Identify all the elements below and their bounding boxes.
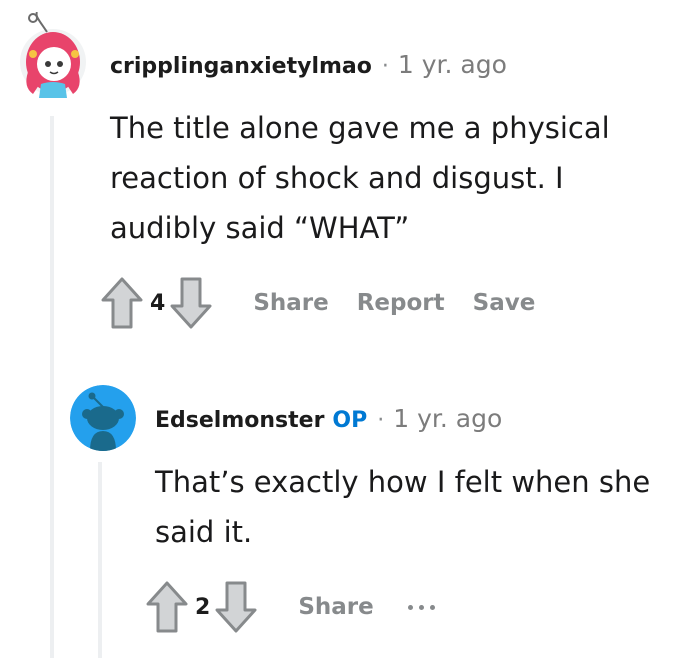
username[interactable]: Edselmonster: [155, 408, 324, 433]
comment-actions: 2 Share: [145, 580, 435, 634]
share-button[interactable]: Share: [253, 290, 328, 316]
user-avatar[interactable]: [19, 11, 87, 98]
downvote-icon[interactable]: [169, 276, 213, 330]
vote-count: 2: [195, 594, 211, 620]
ellipsis-icon[interactable]: [407, 604, 435, 610]
comment-body: The title alone gave me a physical react…: [110, 111, 610, 245]
thread-line-reply[interactable]: [98, 462, 102, 658]
ellipsis-dot: [418, 604, 424, 610]
user-avatar[interactable]: [70, 385, 136, 451]
vote-count: 4: [150, 290, 166, 316]
thread-line-top[interactable]: [50, 116, 54, 658]
op-badge: OP: [332, 408, 368, 433]
comment-actions: 4 Share Report Save: [100, 276, 535, 330]
comment-meta: cripplinganxietylmao · 1 yr. ago: [110, 50, 507, 79]
comment-meta: Edselmonster OP · 1 yr. ago: [155, 404, 502, 433]
separator-dot: ·: [381, 54, 389, 79]
downvote-icon[interactable]: [214, 580, 258, 634]
report-button[interactable]: Report: [357, 290, 445, 316]
upvote-icon[interactable]: [145, 580, 189, 634]
username[interactable]: cripplinganxietylmao: [110, 54, 372, 79]
timestamp[interactable]: 1 yr. ago: [393, 404, 502, 433]
comment-body: That’s exactly how I felt when she said …: [155, 465, 651, 549]
ellipsis-dot: [429, 604, 435, 610]
timestamp[interactable]: 1 yr. ago: [398, 50, 507, 79]
share-button[interactable]: Share: [298, 594, 373, 620]
separator-dot: ·: [377, 408, 385, 433]
ellipsis-dot: [407, 604, 413, 610]
upvote-icon[interactable]: [100, 276, 144, 330]
save-button[interactable]: Save: [473, 290, 536, 316]
